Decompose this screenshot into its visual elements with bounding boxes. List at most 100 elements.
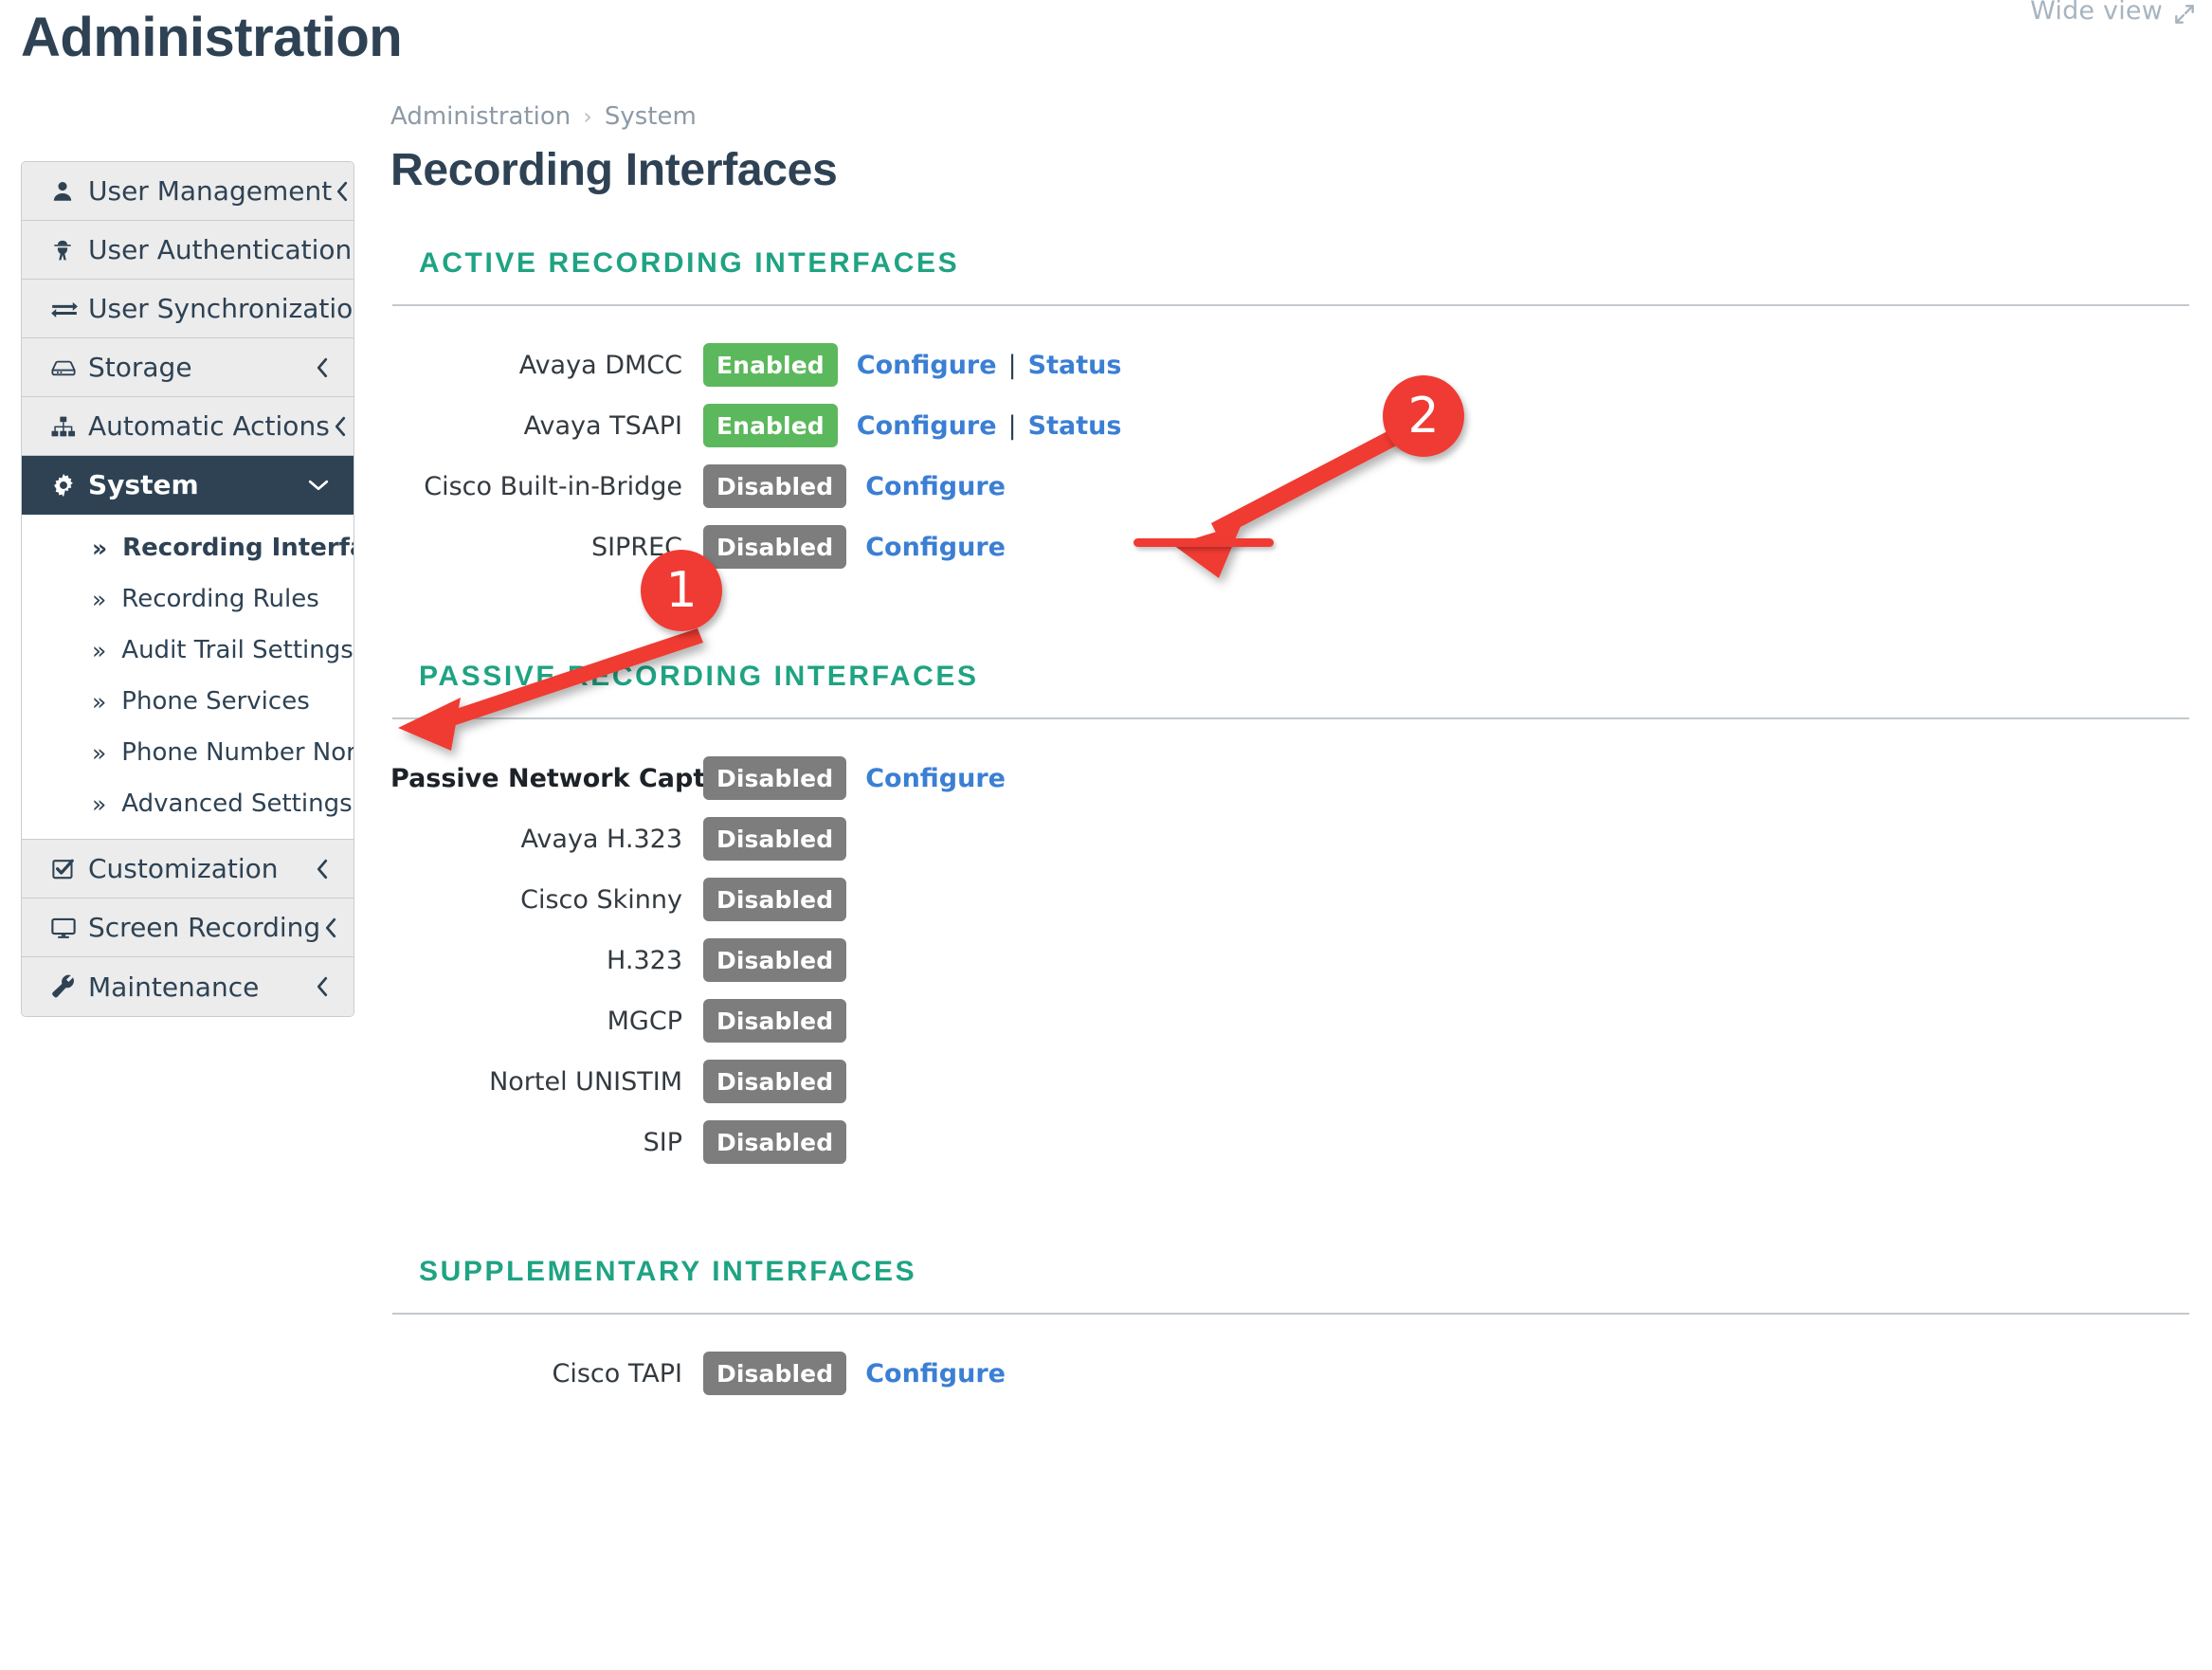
chevron-left-icon [312, 972, 333, 1001]
expand-diagonal-icon [2172, 2, 2197, 27]
sidebar-subitem-label: Recording Rules [121, 585, 319, 613]
sidebar-item-label: Storage [88, 352, 192, 383]
sidebar-subitem-label: Recording Interfaces [122, 534, 354, 562]
interface-name: H.323 [607, 945, 682, 975]
double-chevron-right-icon: » [92, 790, 107, 818]
interface-name: Avaya DMCC [518, 350, 682, 380]
user-secret-icon [50, 238, 84, 263]
sidebar-item-maintenance[interactable]: Maintenance [22, 957, 354, 1016]
section-body: Passive Network Capture Disabled Configu… [390, 719, 2191, 1205]
sidebar-item-recording-rules[interactable]: » Recording Rules [22, 573, 354, 625]
double-chevron-right-icon: » [92, 687, 107, 716]
sidebar-item-screen-recording[interactable]: Screen Recording [22, 899, 354, 957]
section-heading: ACTIVE RECORDING INTERFACES [419, 247, 960, 279]
exchange-icon [50, 297, 84, 321]
sidebar-item-storage[interactable]: Storage [22, 338, 354, 397]
chevron-left-icon [352, 236, 354, 264]
sidebar-item-customization[interactable]: Customization [22, 840, 354, 899]
double-chevron-right-icon: » [92, 585, 107, 613]
double-chevron-right-icon: » [92, 738, 107, 767]
configure-link[interactable]: Configure [865, 764, 1006, 793]
breadcrumb: Administration › System [390, 102, 2191, 131]
interface-name: SIP [643, 1127, 682, 1157]
administration-page: Wide view Administration User Management [0, 0, 2212, 1670]
chevron-left-icon [332, 177, 353, 206]
interface-name: Avaya TSAPI [523, 410, 682, 441]
configure-link[interactable]: Configure [865, 472, 1006, 501]
panel-active-recording-interfaces: ACTIVE RECORDING INTERFACES Avaya DMCC E… [390, 221, 2191, 609]
status-badge: Disabled [703, 999, 847, 1043]
sidebar-item-label: Customization [88, 853, 279, 884]
sidebar-item-user-synchronization[interactable]: User Synchronization [22, 280, 354, 338]
sidebar-item-automatic-actions[interactable]: Automatic Actions [22, 397, 354, 456]
interface-row-nortel-unistim: Nortel UNISTIM Disabled [390, 1057, 2191, 1106]
breadcrumb-leaf[interactable]: System [605, 102, 697, 131]
sidebar-item-phone-services[interactable]: » Phone Services [22, 676, 354, 727]
hdd-icon [50, 355, 84, 380]
sidebar-item-label: Automatic Actions [88, 410, 330, 442]
status-link[interactable]: Status [1028, 411, 1122, 441]
configure-link[interactable]: Configure [865, 533, 1006, 562]
status-badge: Disabled [703, 938, 847, 982]
interface-name: MGCP [607, 1006, 682, 1036]
status-badge: Disabled [703, 525, 847, 569]
sidebar-item-system[interactable]: System [22, 456, 354, 515]
sidebar-item-label: User Synchronization [88, 293, 354, 324]
link-separator: | [1007, 350, 1017, 380]
sidebar-item-user-management[interactable]: User Management [22, 162, 354, 221]
breadcrumb-root[interactable]: Administration [390, 102, 571, 131]
sidebar-subitem-label: Audit Trail Settings [121, 636, 354, 664]
interface-row-avaya-h323: Avaya H.323 Disabled [390, 814, 2191, 863]
sitemap-icon [50, 414, 84, 439]
row-links: Configure | Status [857, 411, 1122, 441]
status-badge: Disabled [703, 464, 847, 508]
gear-icon [50, 472, 84, 499]
chevron-left-icon [330, 412, 351, 441]
user-icon [50, 179, 84, 204]
configure-link[interactable]: Configure [865, 1359, 1006, 1389]
status-badge: Disabled [703, 756, 847, 800]
page-title: Recording Interfaces [390, 145, 838, 195]
section-heading: PASSIVE RECORDING INTERFACES [419, 661, 979, 692]
interface-name: Cisco Skinny [520, 884, 682, 915]
interface-row-mgcp: MGCP Disabled [390, 996, 2191, 1045]
wide-view-label: Wide view [2030, 0, 2163, 26]
section-body: Avaya DMCC Enabled Configure | Status Av… [390, 306, 2191, 609]
status-badge: Disabled [703, 1060, 847, 1103]
panel-passive-recording-interfaces: PASSIVE RECORDING INTERFACES Passive Net… [390, 634, 2191, 1205]
chevron-left-icon [312, 855, 333, 883]
sidebar-subitem-label: Phone Number Normalization [121, 738, 354, 767]
interface-row-cisco-skinny: Cisco Skinny Disabled [390, 875, 2191, 924]
configure-link[interactable]: Configure [857, 351, 997, 380]
sidebar-item-audit-trail-settings[interactable]: » Audit Trail Settings [22, 625, 354, 676]
sidebar-item-advanced-settings[interactable]: » Advanced Settings [22, 778, 354, 829]
interface-name: Nortel UNISTIM [489, 1066, 682, 1097]
row-links: Configure [865, 472, 1006, 501]
sidebar-item-recording-interfaces[interactable]: » Recording Interfaces [22, 522, 354, 573]
section-heading: SUPPLEMENTARY INTERFACES [419, 1256, 917, 1287]
status-badge: Disabled [703, 878, 847, 921]
chevron-down-icon [304, 475, 333, 496]
row-links: Configure [865, 533, 1006, 562]
interface-row-passive-network-capture: Passive Network Capture Disabled Configu… [390, 753, 2191, 803]
sidebar-item-label: System [88, 469, 199, 500]
sidebar-item-phone-number-normalization[interactable]: » Phone Number Normalization [22, 727, 354, 778]
row-links: Configure [865, 764, 1006, 793]
sidebar-item-label: User Management [88, 175, 333, 207]
interface-row-sip: SIP Disabled [390, 1117, 2191, 1167]
sidebar-item-label: Screen Recording [88, 912, 321, 943]
link-separator: | [1007, 410, 1017, 441]
interface-row-avaya-dmcc: Avaya DMCC Enabled Configure | Status [390, 340, 2191, 390]
interface-name: SIPREC [590, 532, 682, 562]
status-badge: Enabled [703, 343, 838, 387]
wide-view-toggle[interactable]: Wide view [2030, 0, 2197, 26]
status-link[interactable]: Status [1028, 351, 1122, 380]
sidebar-subitem-label: Phone Services [121, 687, 310, 716]
status-badge: Disabled [703, 817, 847, 861]
section-body: Cisco TAPI Disabled Configure [390, 1315, 2191, 1436]
interface-name: Cisco TAPI [552, 1358, 682, 1389]
configure-link-avaya-tsapi[interactable]: Configure [857, 411, 997, 441]
sidebar-submenu-system: » Recording Interfaces » Recording Rules… [22, 515, 354, 840]
sidebar-item-user-authentication[interactable]: User Authentication [22, 221, 354, 280]
status-badge: Disabled [703, 1120, 847, 1164]
